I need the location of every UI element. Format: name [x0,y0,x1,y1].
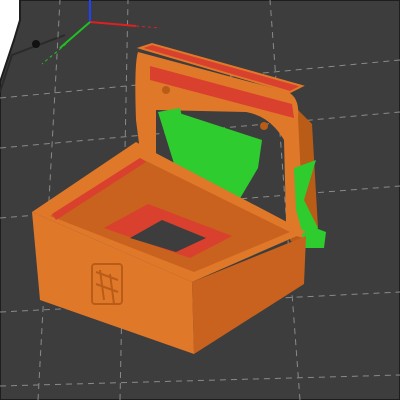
scene-canvas[interactable] [0,0,400,400]
3d-viewport[interactable] [0,0,400,400]
wall-hole-left [162,86,170,94]
wall-hole-right [260,122,268,130]
bed-hole-icon [32,40,40,48]
